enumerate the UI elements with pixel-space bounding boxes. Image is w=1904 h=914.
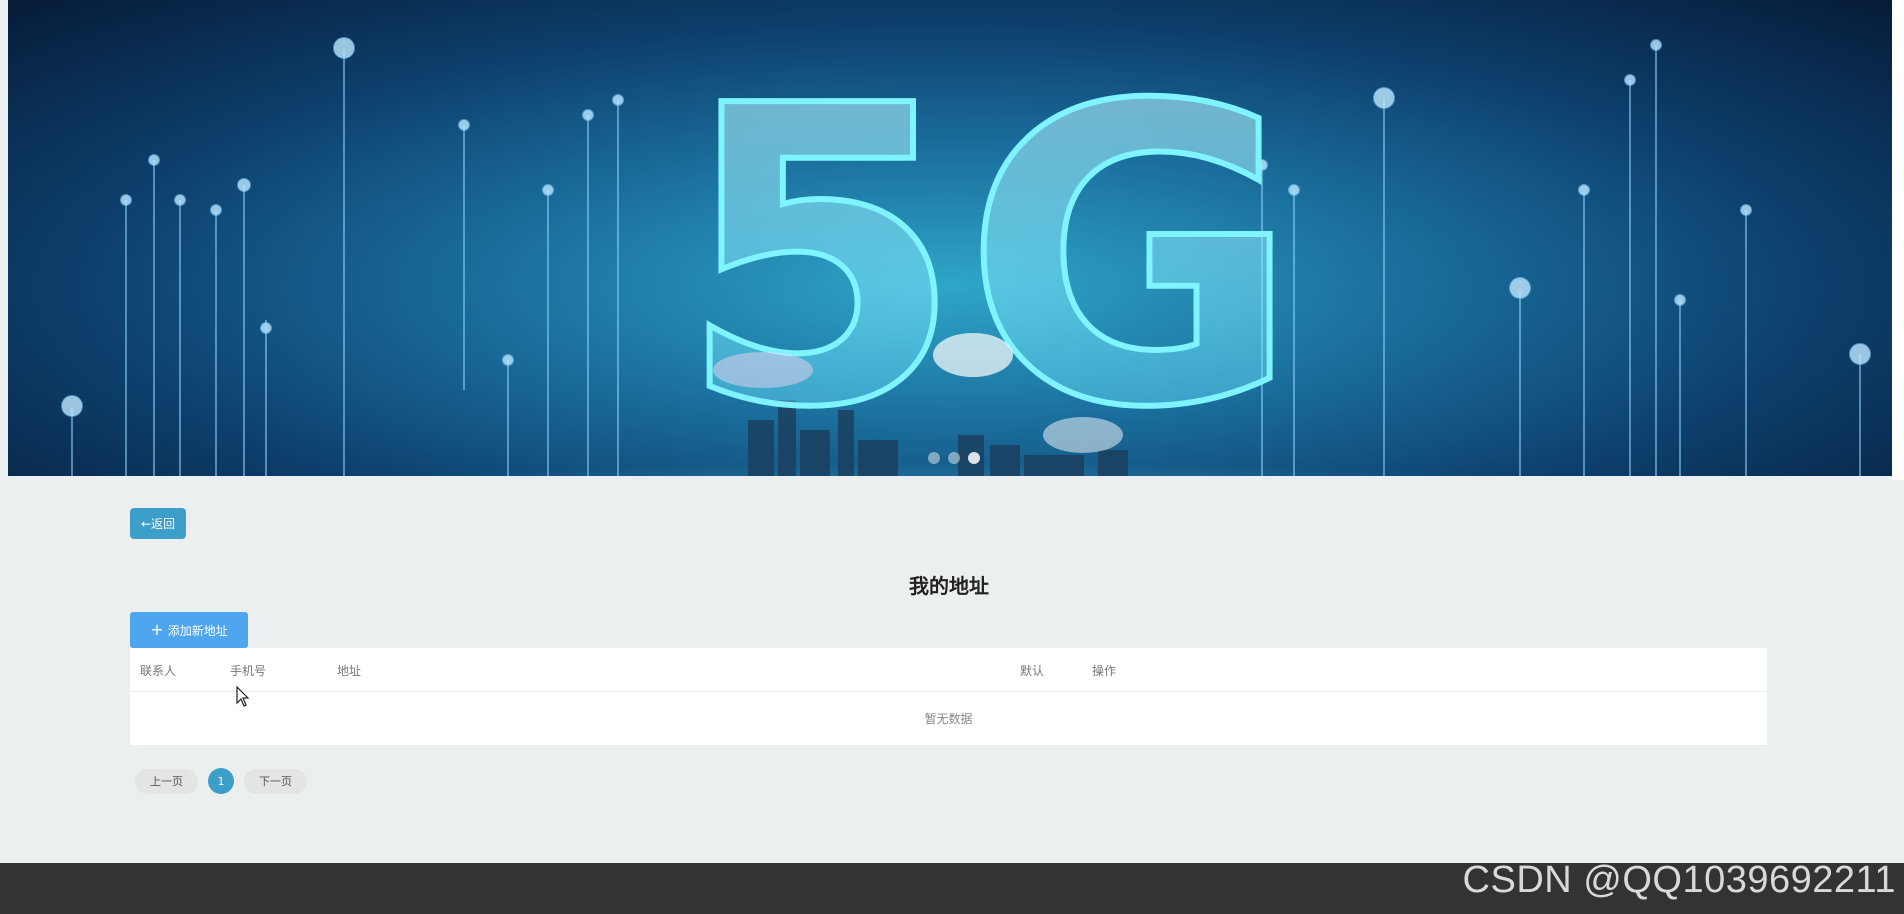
page-number-current[interactable]: 1 bbox=[208, 768, 234, 794]
mouse-cursor-icon bbox=[236, 686, 250, 707]
carousel-dot-active[interactable] bbox=[968, 452, 980, 464]
column-header-address: 地址 bbox=[337, 664, 362, 678]
address-table: 联系人 手机号 地址 默认 操作 暂无数据 bbox=[130, 648, 1767, 745]
svg-text:5G: 5G bbox=[678, 19, 1300, 476]
column-header-contact: 联系人 bbox=[140, 664, 177, 678]
hero-banner: 5G bbox=[8, 0, 1892, 476]
watermark-text: CSDN @QQ1039692211 bbox=[1462, 859, 1896, 901]
table-header: 联系人 手机号 地址 默认 操作 bbox=[130, 648, 1767, 692]
empty-state: 暂无数据 bbox=[130, 692, 1767, 745]
back-button[interactable]: ←返回 bbox=[130, 508, 186, 539]
column-header-default: 默认 bbox=[1020, 664, 1045, 678]
pagination: 上一页 1 下一页 bbox=[135, 768, 307, 794]
carousel-dots bbox=[928, 452, 980, 464]
prev-page-button[interactable]: 上一页 bbox=[135, 768, 198, 794]
add-address-button[interactable]: + 添加新地址 bbox=[130, 612, 248, 648]
empty-state-text: 暂无数据 bbox=[924, 712, 973, 726]
column-header-phone: 手机号 bbox=[230, 664, 267, 678]
plus-icon: + bbox=[150, 620, 164, 639]
back-button-label: ←返回 bbox=[140, 517, 176, 531]
next-page-button[interactable]: 下一页 bbox=[244, 768, 307, 794]
carousel-dot[interactable] bbox=[948, 452, 960, 464]
banner-graphic: 5G bbox=[61, 16, 1871, 476]
add-address-label: 添加新地址 bbox=[167, 623, 228, 638]
column-header-actions: 操作 bbox=[1092, 664, 1117, 678]
scroll-gutter bbox=[1892, 0, 1904, 480]
page-title: 我的地址 bbox=[909, 574, 989, 598]
carousel-dot[interactable] bbox=[928, 452, 940, 464]
